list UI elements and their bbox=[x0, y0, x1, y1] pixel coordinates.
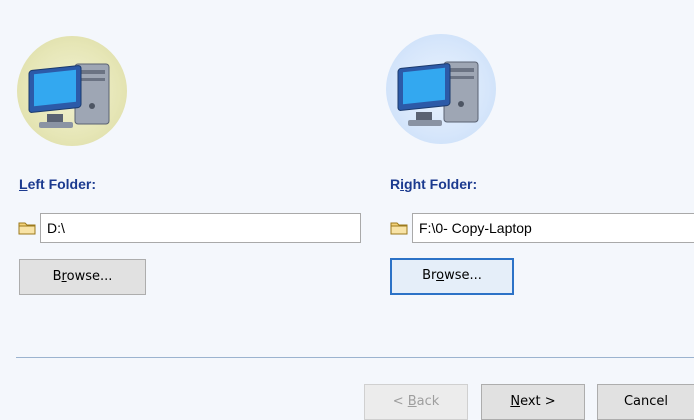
right-folder-path-input[interactable]: F:\0- Copy-Laptop bbox=[412, 213, 694, 243]
right-browse-label-accel: o bbox=[436, 268, 445, 283]
left-folder-label: Left Folder: bbox=[19, 176, 96, 192]
next-label-accel: N bbox=[510, 394, 521, 409]
left-folder-label-text: eft Folder: bbox=[27, 176, 97, 192]
back-label-start: < bbox=[392, 394, 408, 409]
right-folder-label-text: ght Folder: bbox=[404, 176, 478, 192]
right-browse-label-start: Br bbox=[422, 268, 437, 283]
back-label-accel: B bbox=[407, 394, 417, 409]
left-computer-icon bbox=[17, 36, 127, 146]
right-browse-button[interactable]: Browse... bbox=[390, 258, 514, 295]
left-folder-path-input[interactable]: D:\ bbox=[40, 213, 361, 243]
cancel-button[interactable]: Cancel bbox=[597, 384, 694, 420]
left-folder-icon bbox=[18, 222, 36, 235]
footer-divider bbox=[16, 357, 694, 358]
left-browse-button[interactable]: Browse... bbox=[19, 259, 146, 295]
right-folder-icon bbox=[390, 222, 408, 235]
right-browse-label-rest: wse... bbox=[444, 268, 482, 283]
next-label-rest: ext > bbox=[520, 394, 556, 409]
back-button[interactable]: < Back bbox=[364, 384, 468, 420]
right-folder-label: Right Folder: bbox=[390, 176, 477, 192]
left-folder-label-accel: L bbox=[19, 176, 28, 192]
back-label-rest: ack bbox=[416, 394, 440, 409]
next-button[interactable]: Next > bbox=[481, 384, 585, 420]
cancel-label: Cancel bbox=[623, 394, 669, 409]
right-folder-label-start: R bbox=[390, 176, 401, 192]
left-browse-label-rest: owse... bbox=[66, 269, 113, 284]
right-computer-icon bbox=[386, 34, 496, 144]
left-browse-label-start: B bbox=[52, 269, 62, 284]
